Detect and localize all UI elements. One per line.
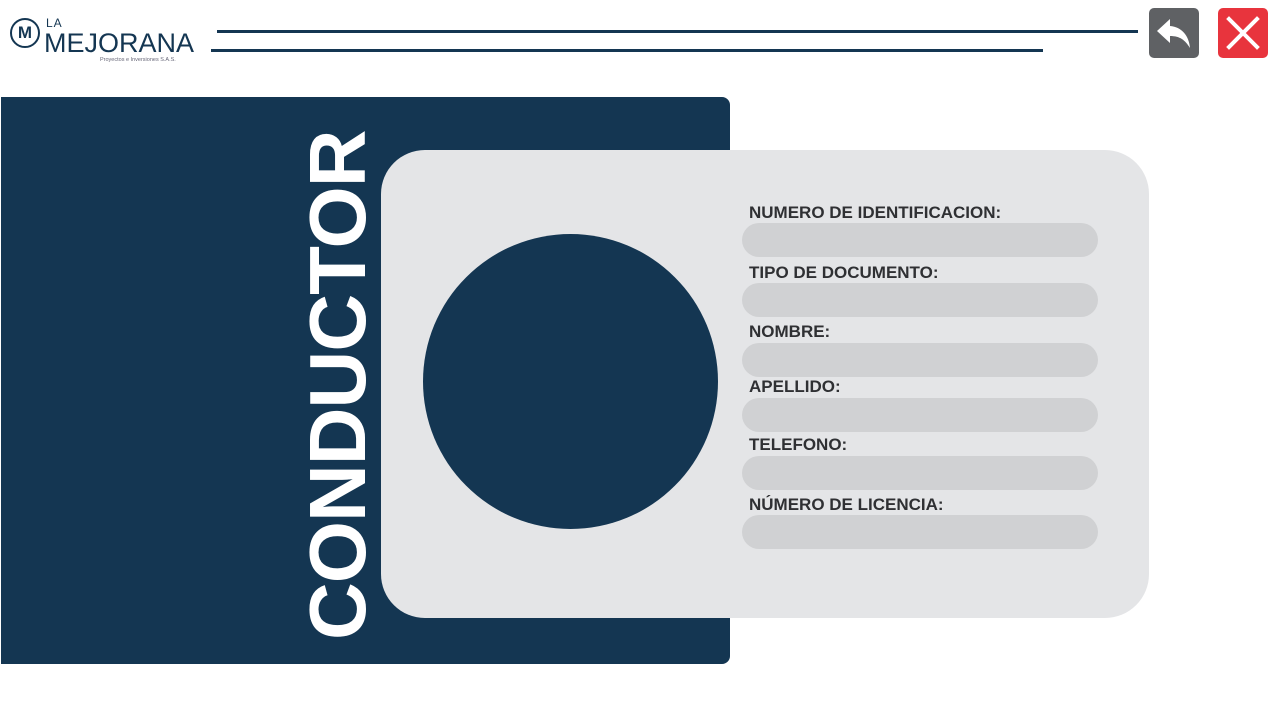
label-document-type: TIPO DE DOCUMENTO: bbox=[749, 263, 939, 282]
phone-field[interactable] bbox=[742, 456, 1098, 490]
page-title: CONDUCTOR bbox=[293, 130, 382, 640]
header-divider-top bbox=[217, 30, 1138, 33]
label-license-number: NÚMERO DE LICENCIA: bbox=[749, 495, 944, 514]
license-number-field[interactable] bbox=[742, 515, 1098, 549]
close-icon bbox=[1226, 16, 1260, 50]
logo-name: MEJORANA bbox=[44, 28, 195, 58]
logo-subtitle: Proyectos e Inversiones S.A.S. bbox=[100, 57, 176, 63]
header-divider-bottom bbox=[211, 49, 1043, 52]
driver-photo-placeholder bbox=[423, 234, 718, 529]
label-first-name: NOMBRE: bbox=[749, 322, 831, 341]
first-name-field[interactable] bbox=[742, 343, 1098, 377]
logo-mark: M bbox=[10, 18, 40, 48]
back-button[interactable] bbox=[1149, 8, 1199, 58]
close-button[interactable] bbox=[1218, 8, 1268, 58]
label-identification-number: NUMERO DE IDENTIFICACION: bbox=[749, 203, 1002, 222]
document-type-field[interactable] bbox=[742, 283, 1098, 317]
label-phone: TELEFONO: bbox=[749, 435, 848, 454]
identification-number-field[interactable] bbox=[742, 223, 1098, 257]
back-arrow-icon bbox=[1157, 19, 1190, 48]
label-last-name: APELLIDO: bbox=[749, 377, 841, 396]
last-name-field[interactable] bbox=[742, 398, 1098, 432]
company-logo: M LA MEJORANA Proyectos e Inversiones S.… bbox=[8, 14, 198, 66]
